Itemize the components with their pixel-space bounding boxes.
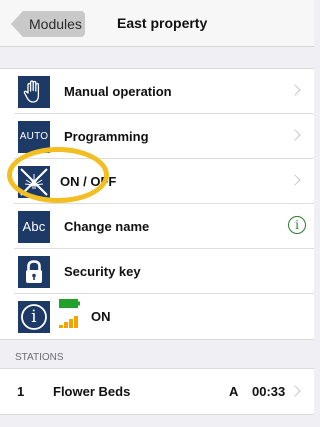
abc-icon-text: Abc <box>22 219 46 234</box>
station-number: 1 <box>17 384 25 399</box>
menu-item-programming[interactable]: AUTO Programming <box>0 114 314 159</box>
info-button-icon[interactable]: i <box>288 216 306 234</box>
sprinkler-off-icon <box>18 166 50 198</box>
app-screen: Modules East property Manual operation A… <box>0 0 314 427</box>
hand-icon <box>18 76 50 108</box>
info-icon: i <box>18 301 50 333</box>
abc-icon: Abc <box>18 211 50 243</box>
station-duration: 00:33 <box>252 384 286 399</box>
back-arrow-icon <box>11 11 23 37</box>
menu-item-status: i ON <box>0 294 314 339</box>
status-indicators <box>58 298 82 332</box>
padlock-icon <box>18 256 50 288</box>
station-row[interactable]: 1 Flower Beds A 00:33 <box>0 368 314 415</box>
chevron-right-icon <box>289 84 301 96</box>
chevron-right-icon <box>289 129 301 141</box>
back-button[interactable]: Modules <box>11 11 85 37</box>
menu-item-label: Security key <box>64 264 141 279</box>
menu-item-security-key[interactable]: Security key <box>0 249 314 294</box>
menu-item-change-name[interactable]: Abc Change name i <box>0 204 314 249</box>
menu-item-label: Manual operation <box>64 84 172 99</box>
station-name: Flower Beds <box>53 384 131 399</box>
signal-strength-icon <box>59 316 78 328</box>
menu-item-on-off[interactable]: ON / OFF <box>0 159 314 204</box>
menu-item-manual-operation[interactable]: Manual operation <box>0 69 314 114</box>
menu-item-label: ON / OFF <box>60 174 117 189</box>
module-menu: Manual operation AUTO Programming ON / O… <box>0 68 314 340</box>
chevron-right-icon <box>289 385 301 397</box>
menu-item-label: Programming <box>64 129 149 144</box>
auto-icon: AUTO <box>18 121 50 153</box>
auto-icon-text: AUTO <box>19 131 49 142</box>
navigation-bar: Modules East property <box>0 0 314 47</box>
menu-item-label: Change name <box>64 219 150 234</box>
back-button-label: Modules <box>29 16 82 32</box>
chevron-right-icon <box>289 174 301 186</box>
status-label: ON <box>91 309 111 324</box>
stations-header: STATIONS <box>15 352 64 363</box>
station-program: A <box>229 384 239 399</box>
page-title: East property <box>117 15 208 31</box>
info-icon-glyph: i <box>31 307 37 327</box>
